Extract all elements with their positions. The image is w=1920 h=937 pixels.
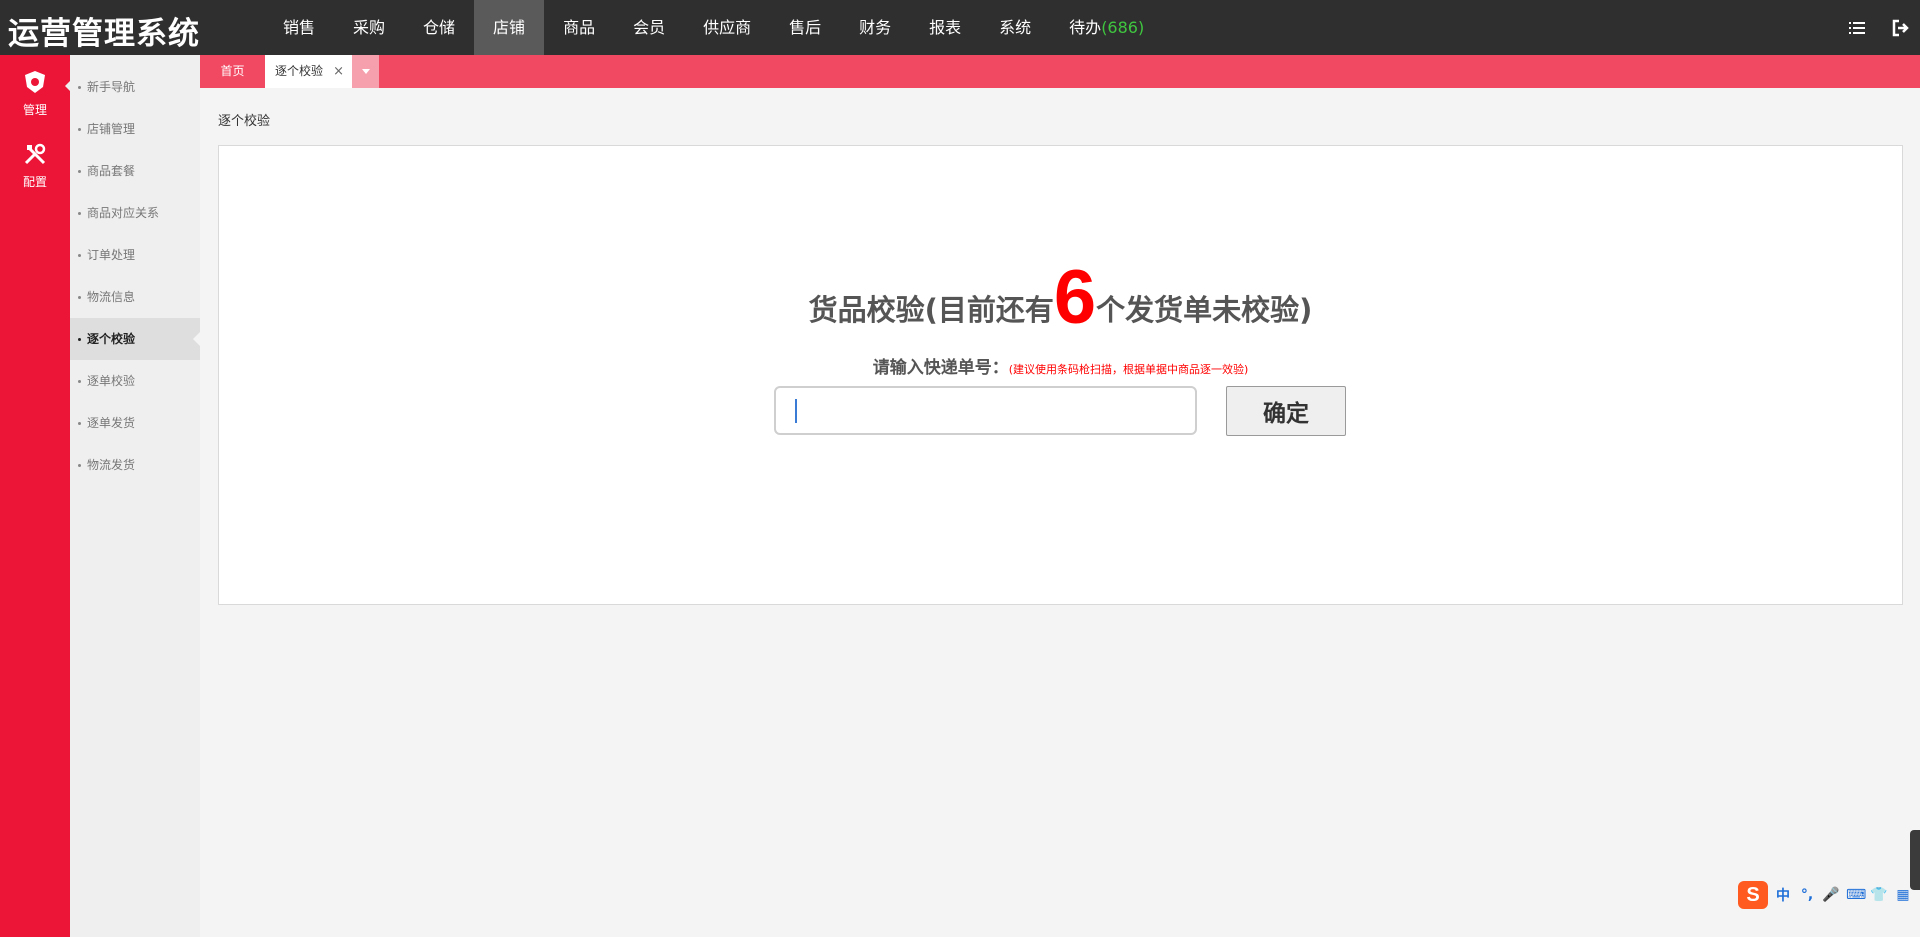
sidebar-item-label: 物流信息 <box>87 290 136 304</box>
skin-icon[interactable]: 👕 <box>1870 887 1888 903</box>
confirm-button[interactable]: 确定 <box>1226 386 1346 436</box>
bullet-icon <box>78 128 81 131</box>
top-icons <box>1846 0 1912 55</box>
rail-item-label: 配置 <box>22 175 47 189</box>
sidebar-item-label: 订单处理 <box>87 248 136 262</box>
side-panel-handle[interactable] <box>1910 830 1920 890</box>
prompt-hint: (建议使用条码枪扫描，根据单据中商品逐一效验) <box>1008 363 1249 376</box>
bullet-icon <box>78 212 81 215</box>
remaining-count: 6 <box>1053 255 1097 340</box>
nav-item-sales[interactable]: 销售 <box>264 0 334 55</box>
tab-current[interactable]: 逐个校验 × <box>265 55 352 88</box>
bullet-icon <box>78 86 81 89</box>
rail-item-manage[interactable]: 管理 <box>0 55 70 127</box>
sidebar-item-logistics-info[interactable]: 物流信息 <box>70 276 200 318</box>
sidebar-item-order-verify[interactable]: 逐单校验 <box>70 360 200 402</box>
bullet-icon <box>78 422 81 425</box>
sidebar-item-label: 逐单发货 <box>87 416 136 430</box>
nav-item-purchase[interactable]: 采购 <box>334 0 404 55</box>
tab-more-button[interactable] <box>352 55 379 88</box>
sidebar-item-order-ship[interactable]: 逐单发货 <box>70 402 200 444</box>
page-title: 货品校验(目前还有6个发货单未校验) <box>219 254 1902 341</box>
nav-item-system[interactable]: 系统 <box>980 0 1050 55</box>
bullet-icon <box>78 380 81 383</box>
close-icon[interactable]: × <box>333 55 344 88</box>
tab-home[interactable]: 首页 <box>200 55 265 88</box>
sidebar-item-product-mapping[interactable]: 商品对应关系 <box>70 192 200 234</box>
nav-item-warehouse[interactable]: 仓储 <box>404 0 474 55</box>
sidebar-item-logistics-ship[interactable]: 物流发货 <box>70 444 200 486</box>
list-icon[interactable] <box>1846 17 1868 39</box>
caret-down-icon <box>361 69 370 74</box>
top-bar: 运营管理系统 销售 采购 仓储 店铺 商品 会员 供应商 售后 财务 报表 系统… <box>0 0 1920 55</box>
tracking-prompt: 请输入快递单号：(建议使用条码枪扫描，根据单据中商品逐一效验) <box>219 353 1902 378</box>
tools-icon <box>24 143 46 165</box>
tab-label: 逐个校验 <box>275 64 324 78</box>
sidebar-item-beginner-guide[interactable]: 新手导航 <box>70 66 200 108</box>
nav-item-products[interactable]: 商品 <box>544 0 614 55</box>
bullet-icon <box>78 170 81 173</box>
bullet-icon <box>78 464 81 467</box>
grid-menu-icon[interactable]: ▦ <box>1894 887 1912 903</box>
sidebar-item-label: 逐个校验 <box>87 332 136 346</box>
microphone-icon[interactable]: 🎤 <box>1822 887 1840 903</box>
rail-item-label: 管理 <box>22 103 47 117</box>
nav-item-store[interactable]: 店铺 <box>474 0 545 55</box>
sidebar-item-product-bundles[interactable]: 商品套餐 <box>70 150 200 192</box>
bullet-icon <box>78 254 81 257</box>
ime-logo-icon[interactable]: S <box>1738 881 1768 909</box>
nav-item-finance[interactable]: 财务 <box>840 0 910 55</box>
sidebar-item-label: 逐单校验 <box>87 374 136 388</box>
ime-chinese-mode[interactable]: 中 <box>1774 885 1792 905</box>
sidebar-item-item-verify[interactable]: 逐个校验 <box>70 318 200 360</box>
ime-toolbar: S 中 °, 🎤 ⌨ 👕 ▦ <box>1736 880 1912 910</box>
todo-count-badge: (686) <box>1101 18 1145 37</box>
todo-label: 待办 <box>1069 18 1102 37</box>
sidebar: 新手导航 店铺管理 商品套餐 商品对应关系 订单处理 物流信息 逐个校验 逐单校… <box>70 55 200 937</box>
verify-panel: 货品校验(目前还有6个发货单未校验) 请输入快递单号：(建议使用条码枪扫描，根据… <box>218 145 1903 605</box>
nav-item-reports[interactable]: 报表 <box>910 0 980 55</box>
bullet-icon <box>78 338 81 341</box>
sidebar-item-order-processing[interactable]: 订单处理 <box>70 234 200 276</box>
sidebar-item-label: 店铺管理 <box>87 122 136 136</box>
nav-item-members[interactable]: 会员 <box>614 0 684 55</box>
sidebar-item-label: 商品套餐 <box>87 164 136 178</box>
rail-item-config[interactable]: 配置 <box>0 127 70 199</box>
tracking-number-input[interactable] <box>774 386 1197 435</box>
sidebar-item-label: 新手导航 <box>87 80 136 94</box>
nav-item-todo[interactable]: 待办(686) <box>1050 0 1163 55</box>
app-title: 运营管理系统 <box>8 16 200 52</box>
nav-item-suppliers[interactable]: 供应商 <box>684 0 770 55</box>
module-rail: 管理 配置 <box>0 55 70 937</box>
shield-icon <box>25 71 45 93</box>
sidebar-item-label: 商品对应关系 <box>87 206 160 220</box>
keyboard-icon[interactable]: ⌨ <box>1846 887 1866 903</box>
logout-icon[interactable] <box>1890 17 1912 39</box>
ime-punctuation-toggle[interactable]: °, <box>1798 887 1816 903</box>
bullet-icon <box>78 296 81 299</box>
nav-item-after-sales[interactable]: 售后 <box>770 0 840 55</box>
text-caret <box>795 399 797 423</box>
breadcrumb: 逐个校验 <box>218 114 271 129</box>
sidebar-item-label: 物流发货 <box>87 458 136 472</box>
sidebar-item-store-management[interactable]: 店铺管理 <box>70 108 200 150</box>
top-nav: 销售 采购 仓储 店铺 商品 会员 供应商 售后 财务 报表 系统 待办(686… <box>264 0 1163 55</box>
tab-bar: 首页 逐个校验 × <box>200 55 1920 88</box>
prompt-label: 请输入快递单号： <box>872 358 1009 378</box>
headline-prefix: 货品校验(目前还有 <box>808 293 1054 327</box>
headline-suffix: 个发货单未校验) <box>1096 293 1313 327</box>
